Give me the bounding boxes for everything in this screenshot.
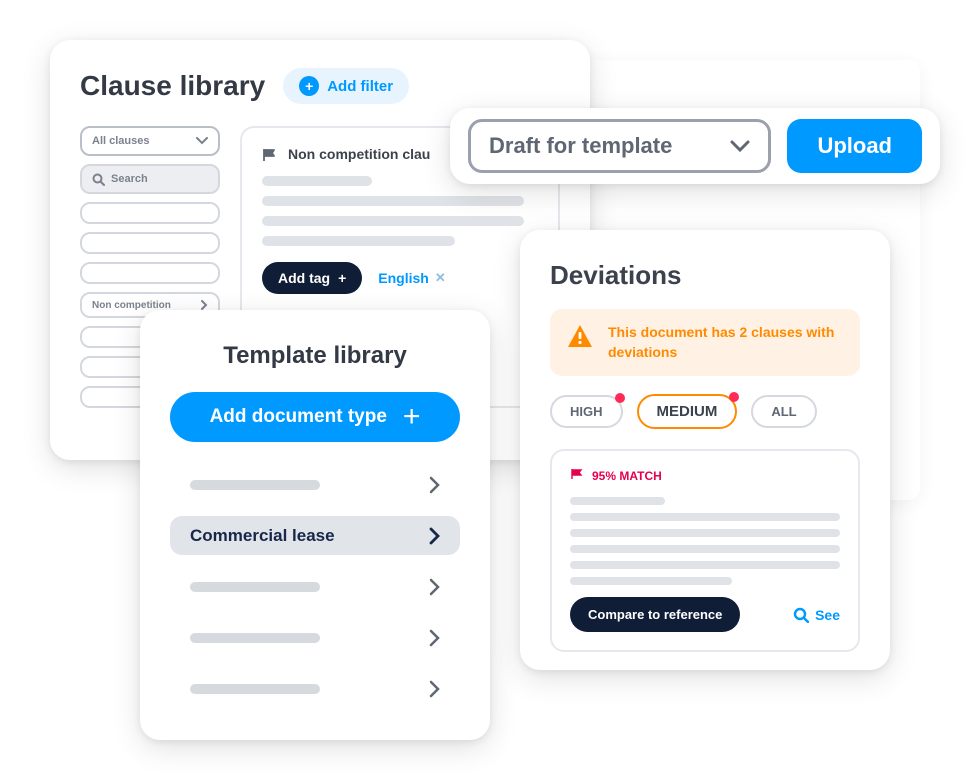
template-library-title: Template library [223, 342, 407, 370]
text-skeleton [262, 196, 524, 206]
text-skeleton [570, 529, 840, 537]
text-skeleton [262, 216, 524, 226]
draft-select-label: Draft for template [489, 133, 672, 159]
see-label: See [815, 607, 840, 623]
chevron-right-icon [429, 578, 440, 596]
match-percentage: 95% MATCH [592, 469, 662, 483]
deviations-card: Deviations This document has 2 clauses w… [520, 230, 890, 670]
template-row-label: Commercial lease [190, 526, 335, 546]
text-skeleton [570, 577, 732, 585]
filter-all[interactable]: ALL [751, 395, 816, 428]
clause-type-select[interactable]: All clauses [80, 126, 220, 156]
indicator-dot [615, 393, 625, 403]
indicator-dot [729, 392, 739, 402]
text-skeleton [570, 545, 840, 553]
text-skeleton [190, 684, 320, 694]
filter-label: HIGH [570, 404, 603, 419]
alert-text: This document has 2 clauses with deviati… [608, 323, 844, 362]
text-skeleton [190, 480, 320, 490]
sidebar-item-label: Non competition [92, 300, 171, 311]
add-tag-button[interactable]: Add tag + [262, 262, 362, 294]
add-tag-label: Add tag [278, 270, 330, 286]
compare-label: Compare to reference [588, 607, 722, 622]
template-row[interactable] [170, 669, 460, 708]
add-document-type-button[interactable]: Add document type + [170, 392, 460, 442]
warning-icon [566, 323, 594, 354]
plus-icon: + [403, 402, 421, 432]
match-panel: 95% MATCH Compare to reference See [550, 449, 860, 652]
text-skeleton [570, 497, 665, 505]
close-icon[interactable]: ✕ [435, 270, 446, 286]
deviations-alert: This document has 2 clauses with deviati… [550, 309, 860, 376]
see-link[interactable]: See [793, 607, 840, 623]
list-item[interactable] [80, 232, 220, 254]
add-filter-label: Add filter [327, 78, 393, 95]
chevron-right-icon [429, 527, 440, 545]
chevron-right-icon [201, 300, 208, 310]
template-row-commercial-lease[interactable]: Commercial lease [170, 516, 460, 555]
clause-detail-title: Non competition clau [288, 146, 430, 162]
add-doc-label: Add document type [210, 406, 387, 428]
text-skeleton [262, 176, 372, 186]
deviation-filters: HIGH MEDIUM ALL [550, 394, 860, 429]
upload-label: Upload [817, 133, 892, 159]
text-skeleton [190, 633, 320, 643]
flag-icon [570, 467, 584, 485]
chevron-right-icon [429, 629, 440, 647]
compare-button[interactable]: Compare to reference [570, 597, 740, 632]
text-skeleton [570, 561, 840, 569]
chevron-down-icon [196, 137, 208, 145]
chevron-right-icon [429, 476, 440, 494]
template-row[interactable] [170, 466, 460, 505]
chevron-down-icon [730, 140, 750, 152]
plus-icon: + [338, 270, 346, 286]
template-library-card: Template library Add document type + Com… [140, 310, 490, 740]
search-icon [793, 607, 809, 623]
text-skeleton [262, 236, 455, 246]
language-tag[interactable]: English ✕ [378, 270, 445, 286]
action-bar: Draft for template Upload [450, 108, 940, 184]
clause-library-title: Clause library [80, 70, 265, 102]
plus-icon: + [299, 76, 319, 96]
search-icon [92, 173, 105, 186]
list-item[interactable] [80, 262, 220, 284]
language-label: English [378, 270, 429, 286]
upload-button[interactable]: Upload [787, 119, 922, 173]
filter-high[interactable]: HIGH [550, 395, 623, 428]
template-row[interactable] [170, 618, 460, 657]
list-item[interactable] [80, 202, 220, 224]
flag-icon [262, 148, 278, 160]
text-skeleton [570, 513, 840, 521]
text-skeleton [190, 582, 320, 592]
filter-medium[interactable]: MEDIUM [637, 394, 738, 429]
chevron-right-icon [429, 680, 440, 698]
deviations-title: Deviations [550, 260, 860, 291]
draft-template-select[interactable]: Draft for template [468, 119, 771, 173]
add-filter-button[interactable]: + Add filter [283, 68, 409, 104]
template-row[interactable] [170, 567, 460, 606]
filter-label: ALL [771, 404, 796, 419]
search-placeholder: Search [111, 173, 148, 185]
filter-label: MEDIUM [657, 403, 718, 420]
clause-select-label: All clauses [92, 135, 149, 147]
search-input[interactable]: Search [80, 164, 220, 194]
